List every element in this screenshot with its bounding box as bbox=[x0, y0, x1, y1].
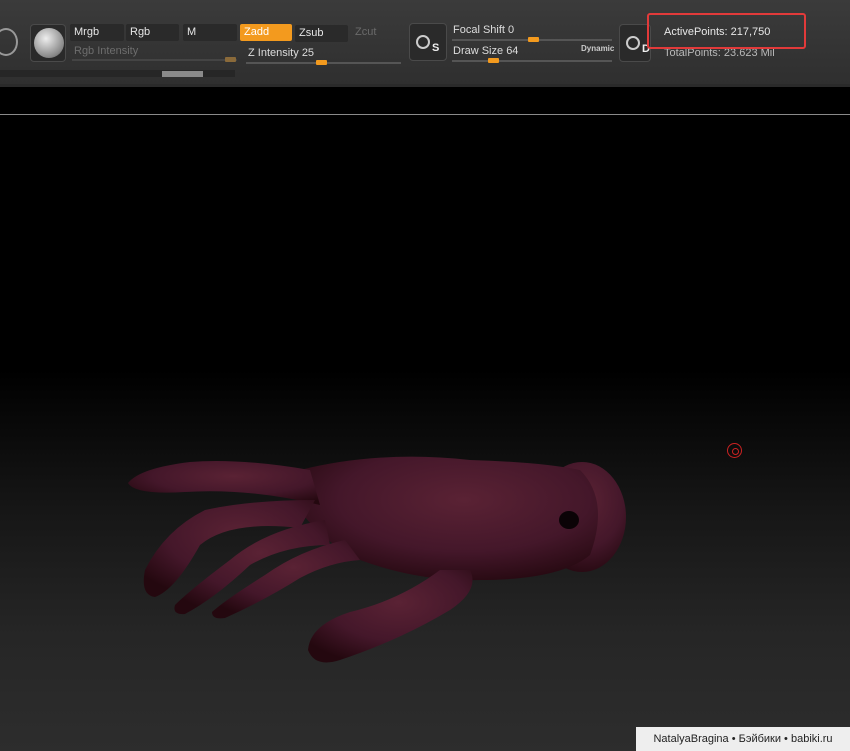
stroke-icon-button[interactable]: S bbox=[409, 23, 447, 61]
watermark: NatalyaBragina • Бэйбики • babiki.ru bbox=[636, 727, 850, 751]
canvas-header-gap bbox=[0, 87, 850, 114]
z-intensity-label: Z Intensity 25 bbox=[248, 47, 314, 59]
z-intensity-knob[interactable] bbox=[316, 60, 327, 65]
focal-shift-value: 0 bbox=[508, 24, 515, 36]
zsub-button[interactable]: Zsub bbox=[295, 25, 348, 42]
dynamic-toggle[interactable]: Dynamic bbox=[581, 44, 614, 53]
stroke-icon-letter: S bbox=[432, 42, 440, 54]
draw-size-label: Draw Size 64 bbox=[453, 45, 518, 57]
wrist-hole bbox=[559, 511, 579, 529]
z-intensity-value: 25 bbox=[301, 47, 315, 59]
m-button[interactable]: M bbox=[183, 24, 237, 41]
draw-size-slider[interactable] bbox=[452, 60, 612, 62]
focal-shift-knob[interactable] bbox=[528, 37, 539, 42]
focal-shift-name: Focal Shift bbox=[453, 24, 505, 36]
draw-size-knob[interactable] bbox=[488, 58, 499, 63]
tool-strip-thumb[interactable] bbox=[162, 71, 203, 77]
mrgb-button[interactable]: Mrgb bbox=[70, 24, 124, 41]
material-ball-icon bbox=[34, 28, 64, 58]
tool-strip[interactable] bbox=[0, 70, 235, 77]
rgb-intensity-label: Rgb Intensity bbox=[74, 45, 139, 57]
top-toolbar: Mrgb Rgb M Zadd Zsub Zcut Rgb Intensity … bbox=[0, 0, 850, 85]
material-sphere-icon[interactable] bbox=[0, 28, 18, 56]
draw-size-name: Draw Size bbox=[453, 45, 504, 57]
rgb-intensity-slider[interactable] bbox=[72, 59, 237, 61]
rgb-button[interactable]: Rgb bbox=[126, 24, 179, 41]
zadd-button[interactable]: Zadd bbox=[240, 24, 292, 41]
brush-cursor bbox=[727, 443, 742, 458]
stroke-icon bbox=[416, 35, 430, 49]
zcut-button[interactable]: Zcut bbox=[351, 24, 401, 41]
viewport-canvas[interactable] bbox=[0, 115, 850, 751]
material-icon-button[interactable] bbox=[30, 24, 66, 62]
hand-thumb bbox=[308, 570, 473, 663]
hand-finger-index bbox=[128, 461, 320, 505]
draw-icon bbox=[626, 36, 640, 50]
rgb-intensity-knob[interactable] bbox=[225, 57, 236, 62]
hand-model[interactable] bbox=[0, 115, 850, 751]
z-intensity-name: Z Intensity bbox=[248, 47, 299, 59]
focal-shift-label: Focal Shift 0 bbox=[453, 24, 514, 36]
active-points-highlight bbox=[647, 13, 806, 49]
draw-size-value: 64 bbox=[506, 45, 519, 57]
